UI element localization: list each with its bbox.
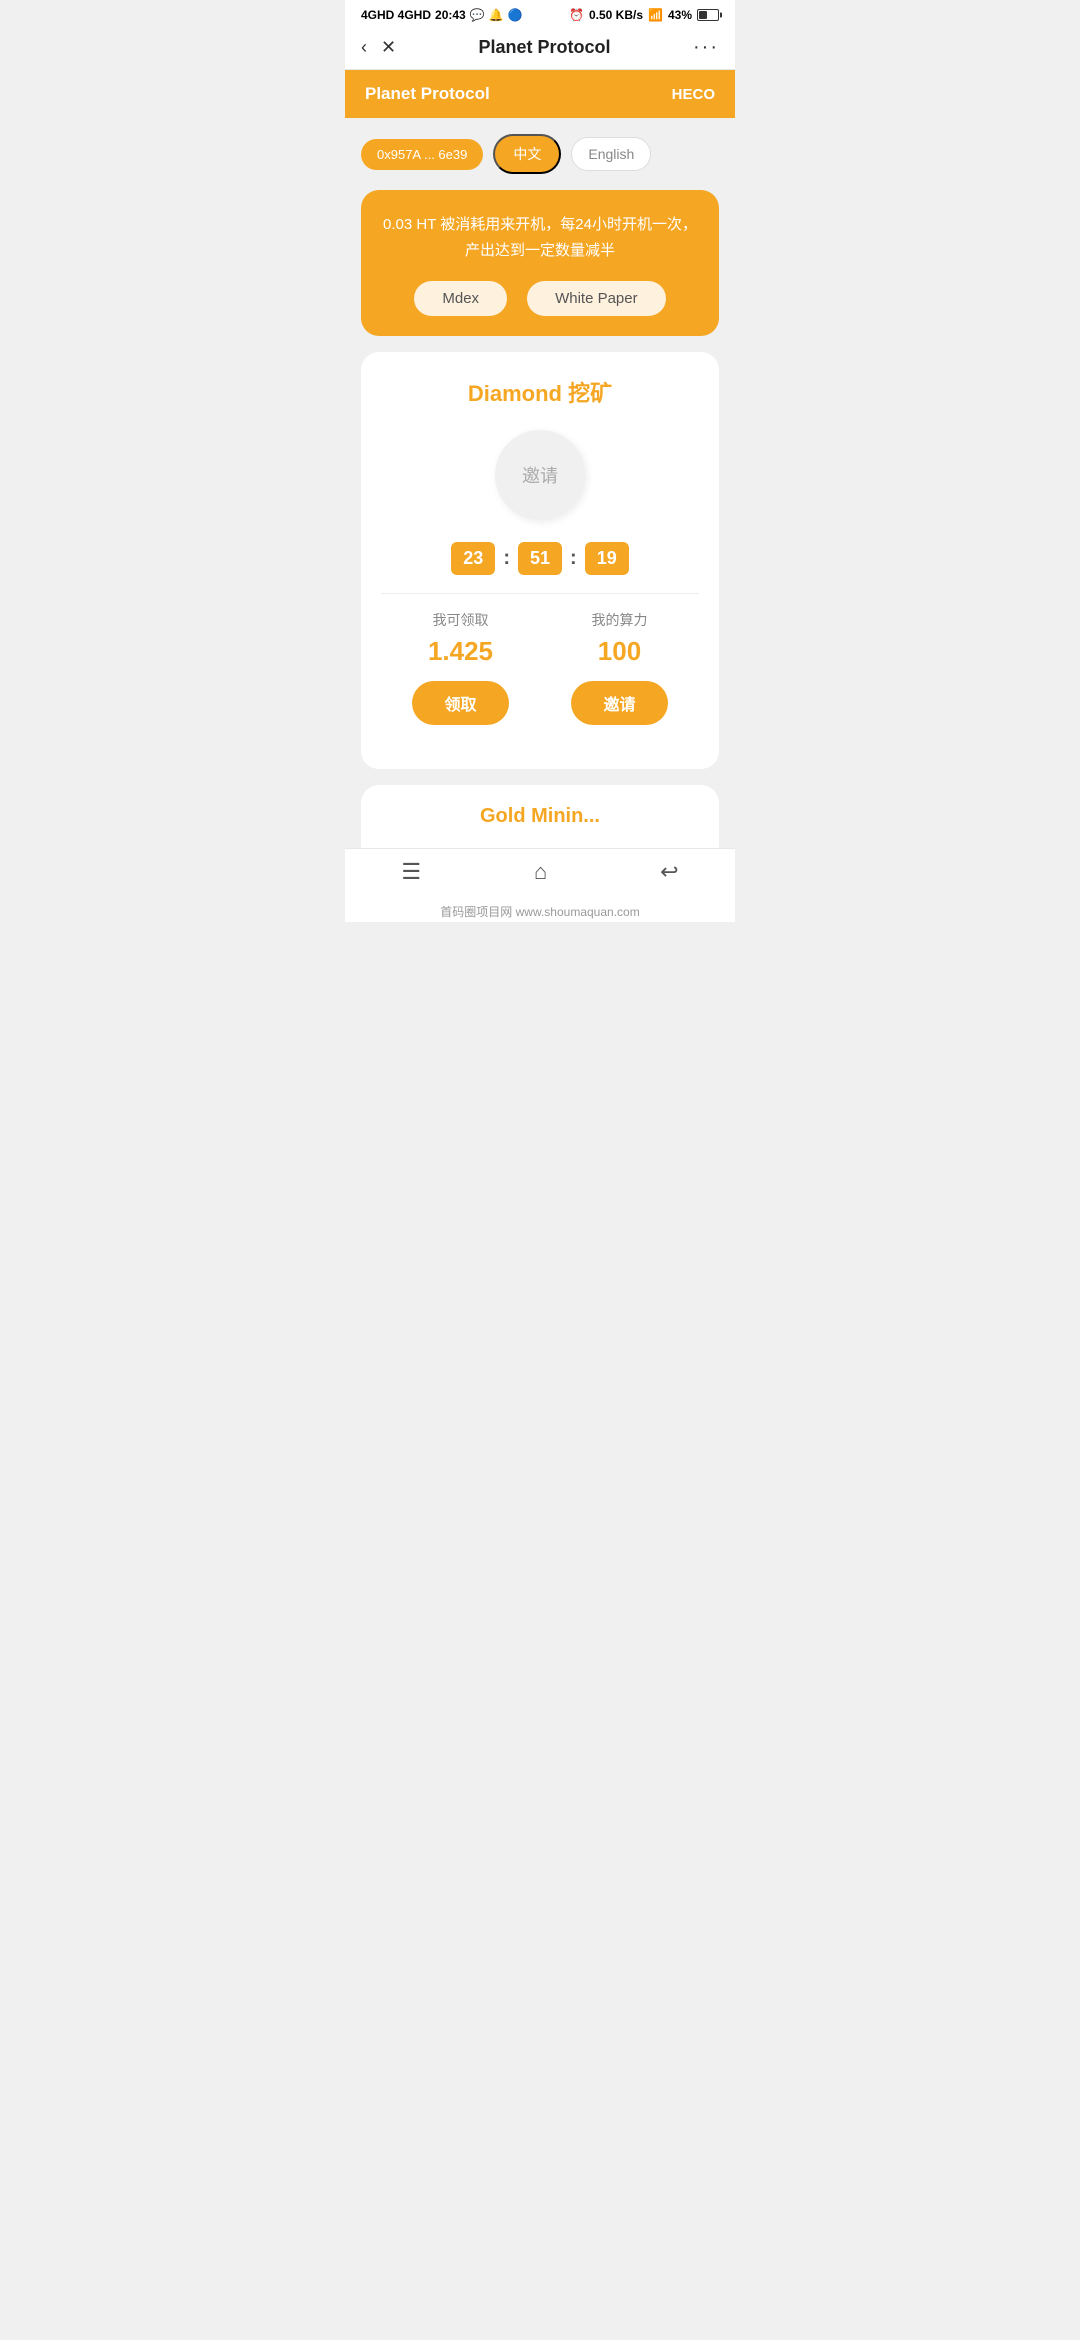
status-bar: 4GHD 4GHD 20:43 💬 🔔 🔵 ⏰ 0.50 KB/s 📶 43% (345, 0, 735, 26)
time-display: 20:43 (435, 8, 466, 22)
claim-stat: 我可领取 1.425 领取 (412, 610, 508, 725)
watermark: 首码圈项目网 www.shoumaquan.com (345, 899, 735, 922)
mining-card: Diamond 挖矿 邀请 23 : 51 : 19 我可领取 1.425 领取… (361, 352, 719, 769)
nav-bar: ‹ ✕ Planet Protocol ··· (345, 26, 735, 70)
wallet-address[interactable]: 0x957A ... 6e39 (361, 139, 483, 170)
status-right: ⏰ 0.50 KB/s 📶 43% (569, 8, 719, 22)
back-button[interactable]: ‹ (361, 37, 367, 58)
more-button[interactable]: ··· (693, 36, 719, 59)
invite-button[interactable]: 邀请 (571, 681, 667, 725)
power-button[interactable]: 邀请 (495, 430, 585, 520)
lang-zh-button[interactable]: 中文 (493, 134, 561, 174)
partial-title: Gold Minin... (381, 805, 699, 828)
power-label: 我的算力 (571, 610, 667, 630)
menu-button[interactable]: ☰ (401, 859, 421, 885)
mining-title: Diamond 挖矿 (381, 376, 699, 408)
power-value: 100 (571, 636, 667, 667)
wechat-icon: 💬 (470, 8, 485, 22)
home-icon: ⌂ (534, 859, 547, 885)
home-button[interactable]: ⌂ (534, 859, 547, 885)
info-card: 0.03 HT 被消耗用来开机，每24小时开机一次，产出达到一定数量减半 Mde… (361, 190, 719, 336)
speed-display: 0.50 KB/s (589, 8, 643, 22)
timer-sep-1: : (503, 547, 510, 570)
alarm-icon: ⏰ (569, 8, 584, 22)
power-btn-wrap: 邀请 (381, 430, 699, 520)
whitepaper-button[interactable]: White Paper (527, 281, 666, 316)
stats-row: 我可领取 1.425 领取 我的算力 100 邀请 (381, 610, 699, 725)
back-nav-icon: ↩ (660, 859, 678, 885)
nav-left: ‹ ✕ (361, 37, 396, 58)
menu-icon: ☰ (401, 859, 421, 885)
network-indicator: 4GHD 4GHD (361, 8, 431, 22)
battery-icon (697, 9, 719, 21)
partial-card: Gold Minin... (361, 785, 719, 848)
battery-percent: 43% (668, 8, 692, 22)
claim-value: 1.425 (412, 636, 508, 667)
close-button[interactable]: ✕ (381, 37, 396, 58)
timer-seconds: 19 (585, 542, 629, 575)
claim-label: 我可领取 (412, 610, 508, 630)
lang-en-button[interactable]: English (571, 137, 651, 171)
status-left: 4GHD 4GHD 20:43 💬 🔔 🔵 (361, 8, 523, 22)
header-network-label: HECO (672, 86, 715, 103)
orange-header: Planet Protocol HECO (345, 70, 735, 118)
mdex-button[interactable]: Mdex (414, 281, 507, 316)
info-text: 0.03 HT 被消耗用来开机，每24小时开机一次，产出达到一定数量减半 (381, 212, 699, 263)
app-icon: 🔵 (508, 8, 523, 22)
main-content: 0x957A ... 6e39 中文 English 0.03 HT 被消耗用来… (345, 118, 735, 848)
divider (381, 593, 699, 594)
timer-minutes: 51 (518, 542, 562, 575)
bottom-nav: ☰ ⌂ ↩ (345, 848, 735, 899)
power-stat: 我的算力 100 邀请 (571, 610, 667, 725)
page-title: Planet Protocol (479, 37, 611, 58)
timer-sep-2: : (570, 547, 577, 570)
claim-button[interactable]: 领取 (412, 681, 508, 725)
timer-row: 23 : 51 : 19 (381, 542, 699, 575)
top-row: 0x957A ... 6e39 中文 English (361, 134, 719, 174)
header-title: Planet Protocol (365, 84, 490, 104)
back-nav-button[interactable]: ↩ (660, 859, 678, 885)
notification-icon: 🔔 (489, 8, 504, 22)
wifi-icon: 📶 (648, 8, 663, 22)
timer-hours: 23 (451, 542, 495, 575)
info-buttons: Mdex White Paper (381, 281, 699, 316)
